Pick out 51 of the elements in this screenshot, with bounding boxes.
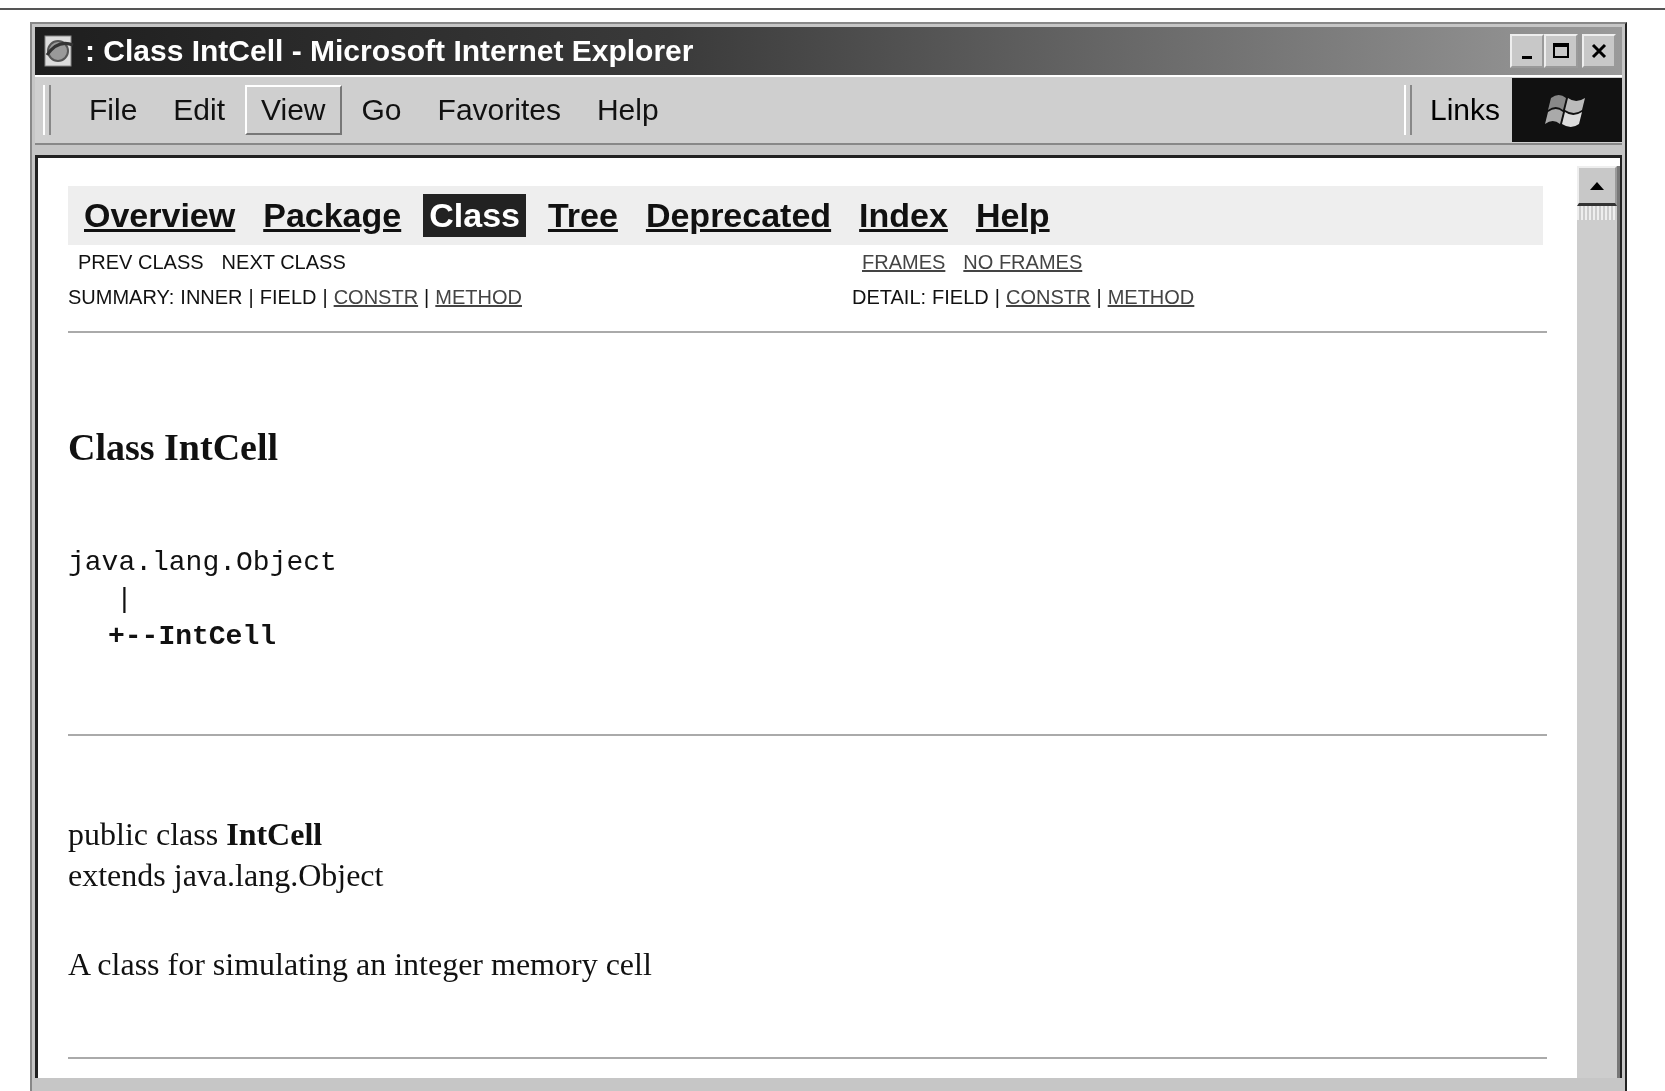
window-title: : Class IntCell - Microsoft Internet Explorer xyxy=(85,34,695,68)
minimize-button[interactable] xyxy=(1510,34,1544,68)
links-label[interactable]: Links xyxy=(1417,93,1512,127)
separator: | xyxy=(248,286,254,309)
nav-label: INNER xyxy=(180,286,243,309)
menu-item[interactable]: Help xyxy=(580,85,675,135)
nav-link[interactable]: METHOD xyxy=(435,286,522,309)
separator: | xyxy=(994,286,1000,309)
nav-label: FIELD xyxy=(932,286,989,309)
maximize-button[interactable] xyxy=(1544,34,1578,68)
class-name: +--IntCell xyxy=(107,621,278,652)
menu-item[interactable]: Favorites xyxy=(421,85,577,135)
nav-label: PREV CLASS xyxy=(78,251,204,274)
class-heading: Class IntCell xyxy=(68,425,280,469)
nav-tab[interactable]: Index xyxy=(853,194,954,237)
nav-tab[interactable]: Package xyxy=(257,194,408,237)
menu-item[interactable]: Edit xyxy=(157,85,242,135)
minimize-icon xyxy=(1522,55,1532,59)
separator: | xyxy=(1096,286,1102,309)
up-arrow-icon xyxy=(1589,180,1605,191)
menu-item[interactable]: Go xyxy=(345,85,418,135)
nav-link[interactable]: CONSTR xyxy=(1006,286,1091,309)
nav-tab[interactable]: Class xyxy=(423,194,526,237)
nav-link[interactable]: FRAMES xyxy=(862,251,946,274)
tree-connector: | xyxy=(115,584,134,615)
declaration-line: extends java.lang.Object xyxy=(68,857,385,894)
nav-label: FIELD xyxy=(259,286,317,309)
nav-label: NEXT CLASS xyxy=(221,251,346,274)
nav-tab[interactable]: Help xyxy=(969,194,1056,237)
nav-link[interactable]: CONSTR xyxy=(333,286,419,309)
separator: | xyxy=(424,286,430,309)
close-button[interactable] xyxy=(1582,34,1616,68)
nav-tab[interactable]: Deprecated xyxy=(639,194,838,237)
menu-item[interactable]: File xyxy=(73,85,154,135)
declaration-line: public class IntCell xyxy=(68,816,324,853)
maximize-icon xyxy=(1552,42,1570,60)
menu-item[interactable]: View xyxy=(245,85,342,135)
toolbar-grip[interactable] xyxy=(43,85,51,135)
scroll-up-button[interactable] xyxy=(1577,166,1617,206)
scroll-thumb[interactable] xyxy=(1577,206,1617,220)
nav-tab[interactable]: Tree xyxy=(541,194,624,237)
toolbar-grip[interactable] xyxy=(1403,85,1412,135)
section-label: SUMMARY: xyxy=(68,286,175,309)
close-icon xyxy=(1590,42,1608,60)
separator: | xyxy=(322,286,328,309)
class-description: A class for simulating an integer memory cell xyxy=(68,946,653,983)
nav-link[interactable]: METHOD xyxy=(1107,286,1195,309)
nav-tab[interactable]: Overview xyxy=(78,194,242,237)
section-label: DETAIL: xyxy=(852,286,927,309)
nav-link[interactable]: NO FRAMES xyxy=(963,251,1083,274)
superclass-name: java.lang.Object xyxy=(68,547,338,578)
